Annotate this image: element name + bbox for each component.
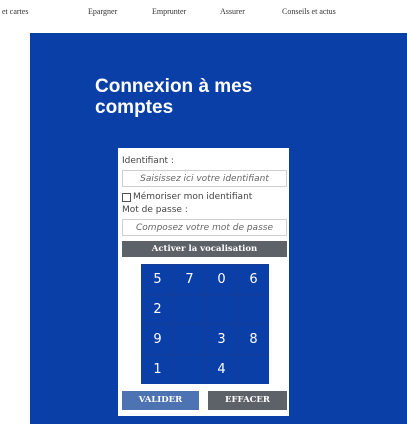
keypad-key-empty — [238, 295, 269, 324]
keypad-key[interactable]: 4 — [206, 355, 237, 384]
keypad-key-empty — [174, 325, 205, 354]
remember-identifier-label: Mémoriser mon identifiant — [133, 192, 253, 202]
validate-button[interactable]: VALIDER — [122, 391, 199, 410]
keypad-key[interactable]: 5 — [142, 265, 173, 294]
nav-item-emprunter[interactable]: Emprunter — [152, 7, 186, 16]
keypad-key[interactable]: 8 — [238, 325, 269, 354]
top-navigation: et cartes Epargner Emprunter Assurer Con… — [0, 0, 407, 28]
keypad-key[interactable]: 2 — [142, 295, 173, 324]
keypad-key-empty — [206, 295, 237, 324]
identifier-label: Identifiant : — [122, 156, 174, 166]
login-title: Connexion à mes comptes — [95, 76, 253, 118]
password-label: Mot de passe : — [122, 205, 188, 215]
clear-button[interactable]: EFFACER — [208, 391, 287, 410]
nav-item-epargner[interactable]: Epargner — [88, 7, 117, 16]
nav-item-assurer[interactable]: Assurer — [220, 7, 245, 16]
identifier-input[interactable] — [122, 170, 287, 187]
keypad-key[interactable]: 1 — [142, 355, 173, 384]
keypad-key[interactable]: 7 — [174, 265, 205, 294]
keypad-key[interactable]: 6 — [238, 265, 269, 294]
keypad-key[interactable]: 3 — [206, 325, 237, 354]
keypad-key[interactable]: 0 — [206, 265, 237, 294]
activate-vocalisation-button[interactable]: Activer la vocalisation — [122, 241, 287, 257]
keypad-key-empty — [174, 355, 205, 384]
nav-item-conseils-actus[interactable]: Conseils et actus — [282, 7, 336, 16]
nav-item-cartes[interactable]: et cartes — [2, 7, 28, 16]
password-input[interactable] — [122, 219, 287, 236]
keypad-key[interactable]: 9 — [142, 325, 173, 354]
keypad-key-empty — [238, 355, 269, 384]
keypad-key-empty — [174, 295, 205, 324]
virtual-keypad: 5 7 0 6 2 9 3 8 1 4 — [141, 264, 269, 384]
remember-identifier-checkbox[interactable] — [122, 193, 131, 202]
